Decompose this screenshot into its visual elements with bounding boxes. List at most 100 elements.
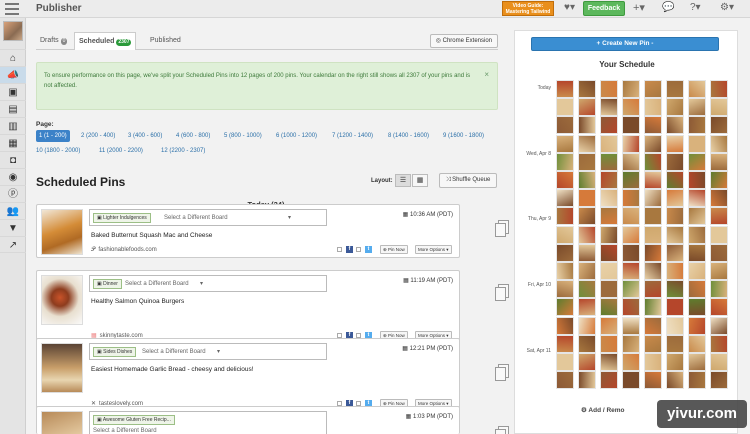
inbox-icon[interactable]: ▣ xyxy=(0,83,26,100)
schedule-thumbnail[interactable] xyxy=(710,134,728,153)
chat-icon[interactable]: 💬 xyxy=(662,2,674,13)
pin-stack-icon[interactable] xyxy=(495,284,511,304)
schedule-thumbnail[interactable] xyxy=(710,353,728,371)
add-remove-link[interactable]: ⚙ Add / Remo xyxy=(581,406,625,414)
schedule-thumbnail[interactable] xyxy=(578,171,596,189)
schedule-thumbnail[interactable] xyxy=(556,80,574,98)
checkbox[interactable] xyxy=(337,247,342,252)
schedule-thumbnail[interactable] xyxy=(622,243,640,262)
schedule-thumbnail[interactable] xyxy=(622,171,640,189)
schedule-thumbnail[interactable] xyxy=(644,98,662,117)
close-icon[interactable]: × xyxy=(484,70,489,80)
schedule-thumbnail[interactable] xyxy=(666,371,684,390)
schedule-thumbnail[interactable] xyxy=(622,353,640,371)
schedule-thumbnail[interactable] xyxy=(666,207,684,226)
schedule-thumbnail[interactable] xyxy=(600,80,618,98)
tab-scheduled[interactable]: Scheduled 2307 xyxy=(74,32,137,50)
pin-stack-icon[interactable] xyxy=(495,220,511,240)
schedule-thumbnail[interactable] xyxy=(600,280,618,299)
schedule-thumbnail[interactable] xyxy=(600,243,618,262)
schedule-thumbnail[interactable] xyxy=(688,334,706,353)
checkbox[interactable] xyxy=(356,247,361,252)
schedule-thumbnail[interactable] xyxy=(556,171,574,189)
megaphone-icon[interactable]: 📣 xyxy=(0,66,26,83)
schedule-thumbnail[interactable] xyxy=(556,334,574,353)
schedule-thumbnail[interactable] xyxy=(688,316,706,335)
schedule-thumbnail[interactable] xyxy=(578,371,596,390)
schedule-thumbnail[interactable] xyxy=(644,243,662,262)
schedule-thumbnail[interactable] xyxy=(688,243,706,262)
calendar-icon[interactable]: ▦ xyxy=(0,134,26,151)
scheduled-time[interactable]: ▦ 1:03 PM (PDT) xyxy=(406,413,453,420)
schedule-thumbnail[interactable] xyxy=(556,134,574,153)
schedule-thumbnail[interactable] xyxy=(688,207,706,226)
schedule-thumbnail[interactable] xyxy=(556,152,574,171)
avatar[interactable] xyxy=(3,21,23,41)
schedule-thumbnail[interactable] xyxy=(644,116,662,135)
grid-layout-icon[interactable]: ▦ xyxy=(412,174,428,187)
page-link[interactable]: 12 (2200 - 2307) xyxy=(161,145,205,157)
schedule-thumbnail[interactable] xyxy=(578,98,596,117)
schedule-thumbnail[interactable] xyxy=(666,116,684,135)
schedule-thumbnail[interactable] xyxy=(556,116,574,135)
schedule-thumbnail[interactable] xyxy=(600,225,618,244)
pin-now-button[interactable]: ⊕ Pin Now xyxy=(380,245,408,254)
gear-icon[interactable]: ⚙▾ xyxy=(720,2,734,13)
schedule-thumbnail[interactable] xyxy=(578,116,596,135)
chrome-extension-button[interactable]: ◎ Chrome Extension xyxy=(429,34,498,48)
schedule-thumbnail[interactable] xyxy=(578,280,596,299)
schedule-thumbnail[interactable] xyxy=(666,225,684,244)
schedule-thumbnail[interactable] xyxy=(556,225,574,244)
schedule-thumbnail[interactable] xyxy=(666,316,684,335)
plus-icon[interactable]: +▾ xyxy=(633,1,645,14)
users-icon[interactable]: 👥 xyxy=(0,202,26,219)
schedule-thumbnail[interactable] xyxy=(688,298,706,317)
schedule-thumbnail[interactable] xyxy=(622,262,640,280)
schedule-thumbnail[interactable] xyxy=(666,98,684,117)
menu-icon[interactable] xyxy=(5,3,19,15)
schedule-thumbnail[interactable] xyxy=(578,80,596,98)
page-link[interactable]: 10 (1800 - 2000) xyxy=(36,145,80,157)
schedule-thumbnail[interactable] xyxy=(666,152,684,171)
schedule-thumbnail[interactable] xyxy=(600,262,618,280)
schedule-thumbnail[interactable] xyxy=(644,80,662,98)
schedule-thumbnail[interactable] xyxy=(710,298,728,317)
page-link[interactable]: 2 (200 - 400) xyxy=(81,130,115,142)
schedule-thumbnail[interactable] xyxy=(644,316,662,335)
schedule-thumbnail[interactable] xyxy=(556,353,574,371)
schedule-thumbnail[interactable] xyxy=(600,189,618,208)
page-link[interactable]: 4 (600 - 800) xyxy=(176,130,210,142)
schedule-thumbnail[interactable] xyxy=(688,280,706,299)
schedule-thumbnail[interactable] xyxy=(578,353,596,371)
twitter-icon[interactable]: t xyxy=(365,246,372,253)
schedule-thumbnail[interactable] xyxy=(688,189,706,208)
schedule-thumbnail[interactable] xyxy=(622,134,640,153)
schedule-thumbnail[interactable] xyxy=(578,316,596,335)
schedule-thumbnail[interactable] xyxy=(710,171,728,189)
schedule-thumbnail[interactable] xyxy=(556,189,574,208)
schedule-thumbnail[interactable] xyxy=(622,280,640,299)
pin-stack-icon[interactable] xyxy=(495,364,511,384)
schedule-thumbnail[interactable] xyxy=(578,189,596,208)
page-link[interactable]: 3 (400 - 600) xyxy=(128,130,162,142)
schedule-thumbnail[interactable] xyxy=(600,152,618,171)
schedule-thumbnail[interactable] xyxy=(622,225,640,244)
page-link[interactable]: 8 (1400 - 1600) xyxy=(388,130,429,142)
schedule-thumbnail[interactable] xyxy=(600,116,618,135)
publisher-icon[interactable]: ▤ xyxy=(0,100,26,117)
analytics-icon[interactable]: ▥ xyxy=(0,117,26,134)
schedule-thumbnail[interactable] xyxy=(688,353,706,371)
schedule-thumbnail[interactable] xyxy=(578,207,596,226)
schedule-thumbnail[interactable] xyxy=(710,98,728,117)
feedback-button[interactable]: Feedback xyxy=(583,1,625,16)
schedule-thumbnail[interactable] xyxy=(578,262,596,280)
schedule-thumbnail[interactable] xyxy=(556,316,574,335)
schedule-thumbnail[interactable] xyxy=(710,243,728,262)
schedule-thumbnail[interactable] xyxy=(710,116,728,135)
globe-icon[interactable]: ◉ xyxy=(0,168,26,185)
schedule-thumbnail[interactable] xyxy=(622,98,640,117)
pin-stack-icon[interactable] xyxy=(495,426,511,434)
page-link[interactable]: 6 (1000 - 1200) xyxy=(276,130,317,142)
schedule-thumbnail[interactable] xyxy=(600,371,618,390)
schedule-thumbnail[interactable] xyxy=(600,353,618,371)
